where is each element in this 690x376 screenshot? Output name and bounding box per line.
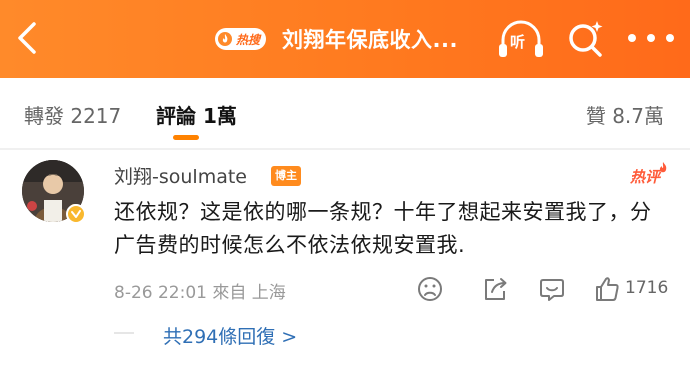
back-arrow-icon[interactable] [14, 20, 42, 56]
view-replies-link[interactable]: 共294條回復 > [163, 322, 297, 349]
comment-meta: 8-26 22:01 來自 上海 [114, 278, 286, 303]
top-bar: 热搜 刘翔年保底收入... 听 [0, 0, 690, 78]
tab-likes-count: 8.7萬 [612, 104, 664, 128]
hot-badge-label: 热搜 [236, 32, 261, 47]
tab-likes[interactable]: 贊 8.7萬 [586, 100, 664, 129]
listen-label: 听 [510, 33, 526, 51]
comment-text: 还依规？这是依的哪一条规？十年了想起来安置我了，分广告费的时候怎么不依法依规安置… [114, 200, 652, 257]
frown-face-icon [418, 277, 442, 301]
tab-reposts-label: 轉發 [24, 104, 64, 128]
active-tab-indicator [173, 135, 199, 140]
tab-reposts[interactable]: 轉發 2217 [24, 100, 121, 129]
blogger-badge: 博主 [271, 166, 301, 186]
hot-search-badge[interactable]: 热搜 [215, 28, 267, 50]
like-count: 1716 [625, 278, 669, 298]
search-icon[interactable] [566, 18, 606, 60]
tab-likes-label: 贊 [585, 104, 606, 128]
comment-date: 8-26 22:01 [114, 283, 207, 303]
flame-icon [218, 32, 232, 46]
share-button[interactable] [482, 274, 508, 304]
dot-icon [647, 34, 655, 42]
reply-button[interactable] [538, 274, 566, 304]
verified-icon [66, 204, 86, 224]
tab-bar: 轉發 2217 評論 1萬 贊 8.7萬 [0, 78, 690, 148]
tab-comments[interactable]: 評論 1萬 [156, 100, 237, 129]
tab-reposts-count: 2217 [70, 104, 122, 128]
emoji-reaction-button[interactable] [416, 274, 444, 304]
tab-comments-count: 1萬 [202, 104, 237, 128]
share-icon [485, 278, 507, 300]
dot-icon [666, 34, 674, 42]
divider [0, 148, 690, 150]
more-options-button[interactable] [628, 30, 674, 46]
thumbs-up-icon [596, 277, 619, 301]
like-button[interactable] [594, 274, 620, 304]
dot-icon [628, 34, 636, 42]
listen-button[interactable]: 听 [496, 18, 546, 62]
tab-comments-label: 評論 [156, 104, 196, 128]
hot-comment-tag: 热评 [630, 162, 668, 188]
comment-icon [540, 279, 564, 301]
reply-divider [114, 332, 134, 334]
username[interactable]: 刘翔-soulmate [114, 162, 247, 189]
page-title: 刘翔年保底收入... [282, 28, 458, 52]
comment-location: 來自 上海 [212, 283, 286, 303]
flame-icon [659, 162, 667, 173]
